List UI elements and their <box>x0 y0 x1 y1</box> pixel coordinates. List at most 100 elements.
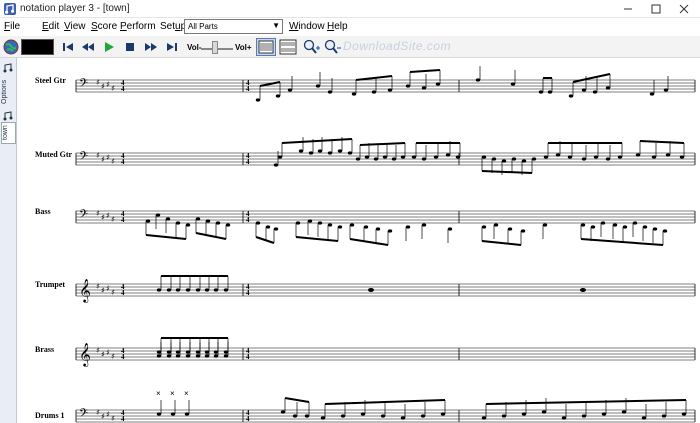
menu-perform[interactable]: Perform <box>120 21 156 32</box>
tab-options[interactable]: Options <box>1 76 16 108</box>
maximize-button[interactable] <box>642 0 670 18</box>
zoom-in-icon[interactable] <box>303 39 321 55</box>
menu-score[interactable]: Score <box>91 21 117 32</box>
note-head <box>175 350 181 354</box>
note-head <box>170 412 176 416</box>
note-beam <box>481 240 522 246</box>
note-head <box>273 227 279 231</box>
note-head <box>455 155 461 159</box>
menu-setup[interactable]: Setup <box>160 21 186 32</box>
note-head <box>543 155 549 159</box>
menu-view[interactable]: View <box>64 21 86 32</box>
note-head <box>507 227 513 231</box>
skip-to-start-icon[interactable] <box>60 39 76 55</box>
volume-up-label[interactable]: Vol+ <box>235 43 252 52</box>
note-head <box>521 412 527 416</box>
note-head <box>213 288 219 292</box>
note-head <box>364 155 370 159</box>
note-head <box>371 90 377 94</box>
menu-help[interactable]: Help <box>327 21 348 32</box>
town-tab-icon[interactable] <box>2 110 14 122</box>
skip-to-end-icon[interactable] <box>164 39 180 55</box>
rewind-icon[interactable] <box>80 39 96 55</box>
note-beam <box>572 73 611 83</box>
time-display <box>21 39 54 55</box>
note-head <box>612 223 618 227</box>
stop-icon[interactable] <box>122 39 138 55</box>
app-icon <box>4 3 16 15</box>
menu-file[interactable]: File <box>4 21 20 32</box>
note-head <box>298 149 304 153</box>
note-head <box>421 86 427 90</box>
note-beam <box>409 69 441 73</box>
note-head <box>307 219 313 223</box>
sharp-icon: ♯ <box>101 412 105 421</box>
sharp-icon: ♯ <box>101 155 105 164</box>
note-beam <box>359 142 406 146</box>
note-head <box>363 225 369 229</box>
sharp-icon: ♯ <box>106 211 110 220</box>
chevron-down-icon: ▼ <box>272 21 280 30</box>
note-head <box>593 155 599 159</box>
note-head <box>315 84 321 88</box>
maximize-icon <box>651 4 661 14</box>
globe-icon[interactable] <box>3 39 19 55</box>
time-signature: 4 <box>121 415 125 423</box>
minimize-button[interactable] <box>614 0 642 18</box>
note-head <box>662 229 668 233</box>
sharp-icon: ♯ <box>101 286 105 295</box>
note-head <box>380 414 386 418</box>
note-head <box>223 288 229 292</box>
note-head <box>317 221 323 225</box>
note-head <box>265 225 271 229</box>
note-head <box>185 288 191 292</box>
zoom-out-icon[interactable] <box>324 39 342 55</box>
note-head <box>581 414 587 418</box>
fast-forward-icon[interactable] <box>143 39 159 55</box>
note-head <box>205 219 211 223</box>
note-head <box>411 155 417 159</box>
note-head <box>632 221 638 225</box>
note-head <box>255 221 261 225</box>
time-signature: 4 <box>246 289 250 297</box>
note-head <box>433 155 439 159</box>
note-head <box>185 223 191 227</box>
note-head <box>295 221 301 225</box>
page-view-icon[interactable] <box>256 38 276 56</box>
parts-select[interactable]: All Parts ▼ <box>184 19 283 34</box>
note-head <box>213 354 219 358</box>
close-button[interactable] <box>670 0 698 18</box>
rest-icon <box>580 288 586 292</box>
note-beam <box>255 236 275 244</box>
note-head <box>481 155 487 159</box>
time-signature: 4 <box>121 353 125 361</box>
volume-down-label[interactable]: Vol- <box>187 43 202 52</box>
play-icon[interactable] <box>101 39 117 55</box>
note-head <box>440 412 446 416</box>
note-head <box>542 223 548 227</box>
menu-window[interactable]: Window <box>289 21 325 32</box>
note-head <box>175 354 181 358</box>
note-head <box>375 227 381 231</box>
sharp-icon: ♯ <box>111 288 115 297</box>
note-head <box>651 155 657 159</box>
note-head <box>292 414 298 418</box>
sharp-icon: ♯ <box>106 153 110 162</box>
time-signature: 4 <box>246 415 250 423</box>
note-head <box>156 350 162 354</box>
note-head <box>605 86 611 90</box>
options-tab-icon[interactable] <box>2 62 14 74</box>
note-beam <box>639 140 685 144</box>
note-head <box>317 149 323 153</box>
note-head <box>541 410 547 414</box>
volume-slider-thumb[interactable] <box>212 41 219 54</box>
note-head <box>308 151 314 155</box>
note-head <box>320 416 326 420</box>
sharp-icon: ♯ <box>111 157 115 166</box>
note-head <box>215 221 221 225</box>
rest-icon <box>368 288 374 292</box>
scroll-view-icon[interactable] <box>278 38 298 56</box>
menu-edit[interactable]: Edit <box>42 21 59 32</box>
note-head <box>501 159 507 163</box>
tab-town[interactable]: town <box>1 122 16 144</box>
